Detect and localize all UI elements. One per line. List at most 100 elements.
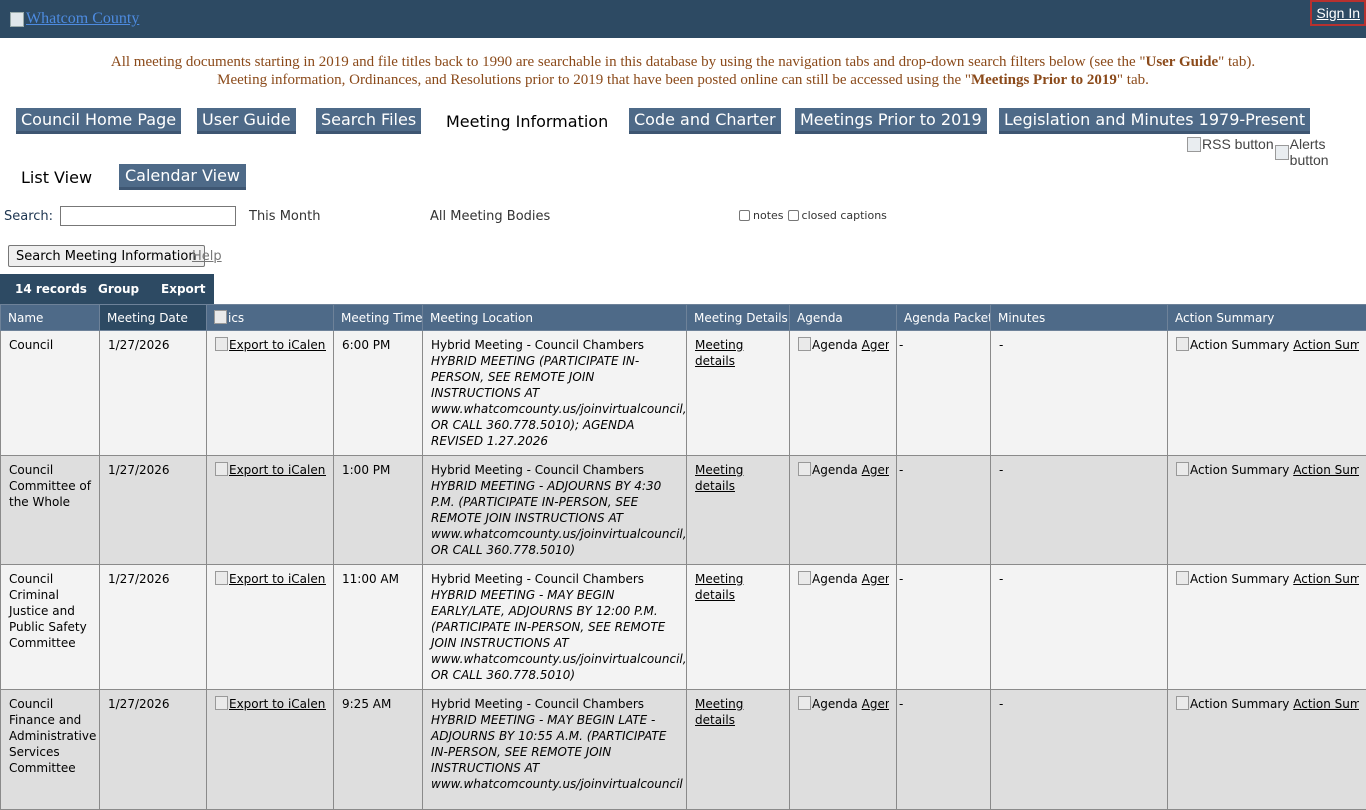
col-meeting-time[interactable]: Meeting Time [334, 305, 423, 331]
agenda-packet: - [897, 565, 991, 690]
county-logo-link[interactable]: Whatcom County [10, 10, 139, 28]
export-icalendar-link[interactable]: Export to iCalendar [207, 565, 334, 690]
tab-user-guide[interactable]: User Guide [197, 108, 296, 134]
rss-button[interactable]: RSS button [1187, 136, 1274, 152]
action-summary-link[interactable]: Action Summary Action Summary [1168, 565, 1366, 690]
broken-image-icon [798, 571, 811, 585]
action-summary-link[interactable]: Action Summary Action Summary [1168, 456, 1366, 565]
logo-alt-text: Whatcom County [26, 10, 139, 28]
agenda-link[interactable]: Agenda Agenda [790, 456, 897, 565]
col-name[interactable]: Name [1, 305, 100, 331]
alerts-button[interactable]: Alerts button [1275, 136, 1366, 168]
database-notice: All meeting documents starting in 2019 a… [0, 53, 1366, 89]
calendar-view-tab[interactable]: Calendar View [119, 164, 246, 190]
broken-image-icon [798, 337, 811, 351]
col-meeting-date[interactable]: Meeting Date [100, 305, 207, 331]
notice-line-2: Meeting information, Ordinances, and Res… [0, 71, 1366, 89]
export-icalendar-link[interactable]: Export to iCalendar [207, 456, 334, 565]
meeting-name[interactable]: Council Finance and Administrative Servi… [1, 690, 100, 810]
broken-image-icon [215, 462, 228, 476]
broken-image-icon [1176, 696, 1189, 710]
meeting-bodies-dropdown[interactable]: All Meeting Bodies [430, 209, 550, 224]
table-row: Council Criminal Justice and Public Safe… [1, 565, 1366, 690]
meeting-date: 1/27/2026 [100, 331, 207, 456]
col-meeting-location[interactable]: Meeting Location [423, 305, 687, 331]
agenda-link[interactable]: Agenda Agenda [790, 690, 897, 810]
minutes: - [991, 331, 1168, 456]
table-header-row: Name Meeting Date ics Meeting Time Meeti… [1, 305, 1366, 331]
minutes: - [991, 690, 1168, 810]
minutes: - [991, 456, 1168, 565]
search-meeting-information-button[interactable]: Search Meeting Information [8, 245, 205, 267]
agenda-packet: - [897, 331, 991, 456]
meeting-name[interactable]: Council Committee of the Whole [1, 456, 100, 565]
grid-toolbar: 14 records Group Export [0, 274, 214, 304]
period-dropdown[interactable]: This Month [249, 209, 320, 224]
agenda-packet: - [897, 690, 991, 810]
meeting-date: 1/27/2026 [100, 565, 207, 690]
list-view-tab[interactable]: List View [15, 164, 98, 190]
export-button[interactable]: Export [161, 282, 205, 296]
meeting-name[interactable]: Council [1, 331, 100, 456]
meeting-time: 9:25 AM [334, 690, 423, 810]
notes-checkbox[interactable] [739, 210, 750, 221]
meeting-location: Hybrid Meeting - Council ChambersHYBRID … [423, 331, 687, 456]
filter-checkboxes: notes closed captions [739, 209, 887, 222]
meeting-time: 1:00 PM [334, 456, 423, 565]
col-agenda[interactable]: Agenda [790, 305, 897, 331]
col-meeting-details[interactable]: Meeting Details [687, 305, 790, 331]
col-action-summary[interactable]: Action Summary [1168, 305, 1366, 331]
broken-image-icon [1187, 137, 1201, 152]
broken-image-icon [215, 337, 228, 351]
broken-image-icon [798, 696, 811, 710]
action-summary-link[interactable]: Action Summary Action Summary [1168, 331, 1366, 456]
broken-image-icon [214, 310, 227, 324]
tab-search-files[interactable]: Search Files [316, 108, 421, 134]
minutes: - [991, 565, 1168, 690]
search-label: Search: [4, 209, 53, 224]
closed-captions-checkbox[interactable] [788, 210, 799, 221]
agenda-packet: - [897, 456, 991, 565]
group-button[interactable]: Group [98, 282, 139, 296]
tab-council-home-page[interactable]: Council Home Page [16, 108, 181, 134]
meeting-location: Hybrid Meeting - Council ChambersHYBRID … [423, 690, 687, 810]
meeting-name[interactable]: Council Criminal Justice and Public Safe… [1, 565, 100, 690]
col-ics[interactable]: ics [207, 305, 334, 331]
meeting-location: Hybrid Meeting - Council ChambersHYBRID … [423, 456, 687, 565]
table-row: Council 1/27/2026 Export to iCalendar 6:… [1, 331, 1366, 456]
export-icalendar-link[interactable]: Export to iCalendar [207, 690, 334, 810]
meeting-details-link[interactable]: Meeting details [687, 456, 790, 565]
agenda-link[interactable]: Agenda Agenda [790, 331, 897, 456]
broken-image-icon [1176, 337, 1189, 351]
tab-code-and-charter[interactable]: Code and Charter [629, 108, 781, 134]
meeting-details-link[interactable]: Meeting details [687, 331, 790, 456]
agenda-link[interactable]: Agenda Agenda [790, 565, 897, 690]
broken-image-icon [215, 571, 228, 585]
export-icalendar-link[interactable]: Export to iCalendar [207, 331, 334, 456]
search-input[interactable] [60, 206, 236, 226]
tab-meetings-prior-to-2019[interactable]: Meetings Prior to 2019 [795, 108, 987, 134]
record-count: 14 records [15, 282, 87, 296]
table-row: Council Committee of the Whole 1/27/2026… [1, 456, 1366, 565]
tab-meeting-information[interactable]: Meeting Information [441, 108, 613, 134]
col-agenda-packet[interactable]: Agenda Packet [897, 305, 991, 331]
action-summary-link[interactable]: Action Summary Action Summary [1168, 690, 1366, 810]
meeting-date: 1/27/2026 [100, 690, 207, 810]
broken-image-icon [1176, 571, 1189, 585]
help-link[interactable]: Help [192, 249, 222, 264]
meeting-time: 11:00 AM [334, 565, 423, 690]
tab-legislation-and-minutes[interactable]: Legislation and Minutes 1979-Present [999, 108, 1310, 134]
meeting-details-link[interactable]: Meeting details [687, 565, 790, 690]
top-banner: Whatcom County Sign In [0, 0, 1366, 38]
notice-line-1: All meeting documents starting in 2019 a… [0, 53, 1366, 71]
meeting-details-link[interactable]: Meeting details [687, 690, 790, 810]
sign-in-link[interactable]: Sign In [1310, 0, 1366, 26]
meeting-location: Hybrid Meeting - Council ChambersHYBRID … [423, 565, 687, 690]
closed-captions-label: closed captions [802, 209, 887, 222]
broken-image-icon [798, 462, 811, 476]
broken-image-icon [1176, 462, 1189, 476]
col-minutes[interactable]: Minutes [991, 305, 1168, 331]
meeting-date: 1/27/2026 [100, 456, 207, 565]
meeting-time: 6:00 PM [334, 331, 423, 456]
table-row: Council Finance and Administrative Servi… [1, 690, 1366, 810]
